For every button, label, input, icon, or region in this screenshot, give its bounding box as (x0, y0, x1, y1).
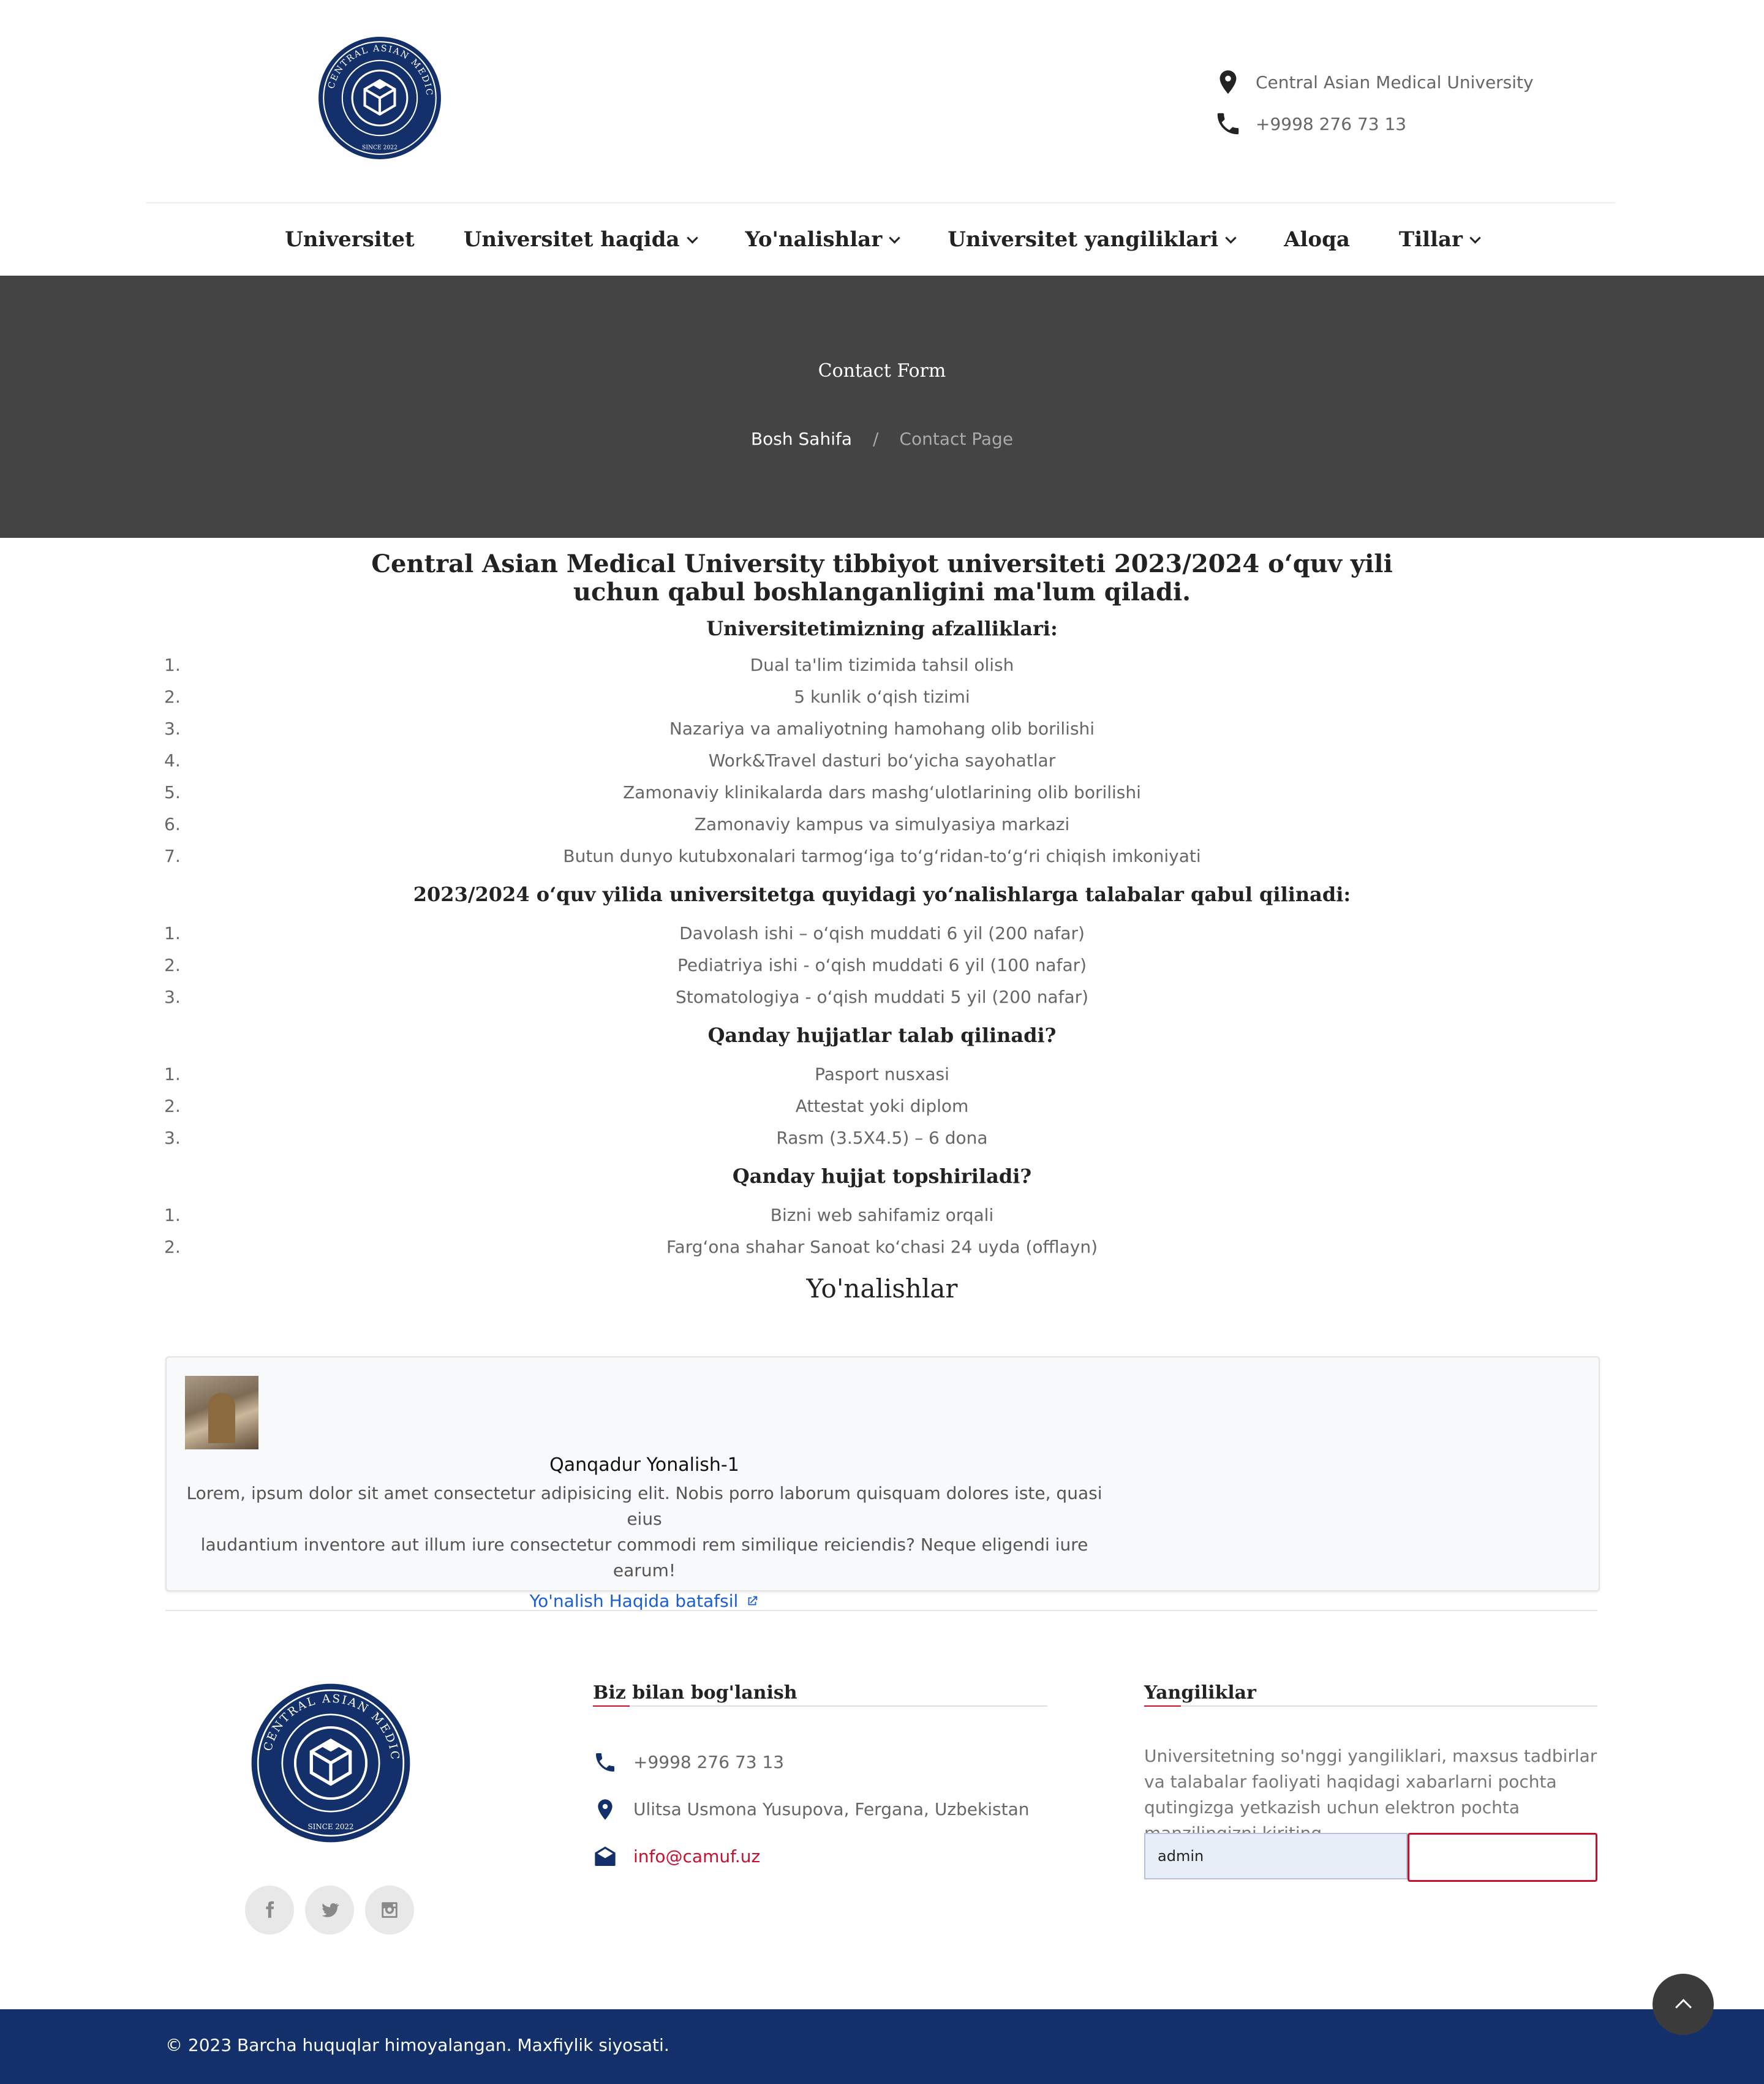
twitter-link[interactable] (305, 1886, 354, 1935)
footer-contact-title: Biz bilan bog'lanish (593, 1682, 797, 1704)
footer-logo[interactable]: CENTRAL ASIAN MEDICAL UNIVERSITY SINCE 2… (250, 1682, 412, 1844)
newsletter-email-input[interactable] (1144, 1833, 1408, 1879)
advantages-heading: Universitetimizning afzalliklari: (706, 617, 1058, 640)
list-item: 2. Attestat yoki diplom (164, 1096, 969, 1116)
header-location: Central Asian Medical University (1214, 61, 1534, 103)
direction-card: Qanqadur Yonalish-1 Lorem, ipsum dolor s… (165, 1356, 1600, 1611)
twitter-icon (322, 1903, 339, 1917)
footer-email: info@camuf.uz (593, 1833, 1030, 1880)
list-item: 7. Butun dunyo kutubxonalari tarmog‘iga t… (164, 846, 1201, 866)
admission-title: Central Asian Medical University tibbiyo… (371, 549, 1393, 606)
instagram-icon (382, 1902, 398, 1918)
chevron-down-icon (686, 232, 698, 244)
nav-item-universitet[interactable]: Universitet (285, 227, 415, 252)
external-link-icon (748, 1596, 758, 1605)
nav-item-aloqa[interactable]: Aloqa (1284, 227, 1350, 252)
breadcrumb-home[interactable]: Bosh Sahifa (751, 429, 852, 449)
university-logo[interactable]: CENTRAL ASIAN MEDICAL UNIVERSITY SINCE 2… (317, 36, 442, 160)
list-item: 1. Dual ta'lim tizimida tahsil olish (164, 655, 1014, 675)
directions-heading: 2023/2024 o‘quv yilida universitetga quy… (413, 883, 1351, 906)
instagram-link[interactable] (365, 1886, 414, 1935)
footer-bottom-bar: © 2023 Barcha huquqlar himoyalangan. Max… (0, 2009, 1764, 2084)
facebook-link[interactable] (245, 1886, 294, 1935)
list-item: 5. Zamonaviy klinikalarda dars mashg‘ulot… (164, 782, 1141, 802)
list-item: 3. Rasm (3.5X4.5) – 6 dona (164, 1128, 988, 1148)
list-item: 2. Pediatriya ishi - o‘qish muddati 6 yil… (164, 955, 1087, 975)
nav-item-universitet-yangiliklari[interactable]: Universitet yangiliklari (948, 227, 1237, 252)
copyright-text: © 2023 Barcha huquqlar himoyalangan. Max… (165, 2035, 669, 2055)
phone-icon (1217, 113, 1239, 135)
list-item: 4. Work&Travel dasturi bo‘yicha sayohatla… (164, 750, 1056, 771)
nav-item-yonalishlar[interactable]: Yo'nalishlar (745, 227, 900, 252)
list-item: 1. Pasport nusxasi (164, 1064, 949, 1084)
footer-logo-since: SINCE 2022 (308, 1822, 354, 1831)
section-divider (165, 1610, 1597, 1611)
direction-details-link[interactable]: Yo'nalish Haqida batafsil (530, 1591, 760, 1611)
footer-address: Ulitsa Usmona Yusupova, Fergana, Uzbekis… (593, 1786, 1030, 1833)
list-item: 3. Stomatologiya - o‘qish muddati 5 yil (… (164, 987, 1089, 1007)
header-location-text: Central Asian Medical University (1256, 72, 1534, 92)
direction-card-text: Lorem, ipsum dolor sit amet consectetur … (186, 1483, 1102, 1580)
location-pin-icon (1219, 70, 1237, 94)
direction-card-title: Qanqadur Yonalish-1 (549, 1454, 739, 1476)
nav-item-tillar[interactable]: Tillar (1399, 227, 1481, 252)
page-banner: Contact Form Bosh Sahifa / Contact Page (0, 276, 1764, 538)
chevron-down-icon (889, 232, 900, 244)
nav-item-universitet-haqida[interactable]: Universitet haqida (464, 227, 698, 252)
breadcrumb-separator: / (872, 429, 879, 449)
breadcrumb-current: Contact Page (899, 429, 1014, 449)
list-item: 1. Bizni web sahifamiz orqali (164, 1205, 994, 1225)
phone-icon (596, 1753, 614, 1772)
directions-list: 1. Davolash ishi – o‘qish muddati 6 yil (… (0, 918, 1764, 1013)
direction-image (185, 1376, 258, 1449)
chevron-down-icon (1225, 232, 1237, 244)
footer-email-link[interactable]: info@camuf.uz (633, 1846, 760, 1867)
footer-contact-underline (593, 1705, 1047, 1707)
list-item: 1. Davolash ishi – o‘qish muddati 6 yil (… (164, 923, 1085, 943)
main-content: Central Asian Medical University tibbiyo… (0, 538, 1764, 1307)
documents-list: 1. Pasport nusxasi 2. Attestat yoki diplom… (0, 1059, 1764, 1154)
section-title-yonalishlar: Yo'nalishlar (806, 1274, 958, 1304)
newsletter-submit-button[interactable] (1408, 1833, 1597, 1882)
list-item: 3. Nazariya va amaliyotning hamohang olib… (164, 719, 1095, 739)
list-item: 6. Zamonaviy kampus va simulyasiya markaz… (164, 814, 1070, 834)
footer-contact-list: +9998 276 73 13 Ulitsa Usmona Yusupova, … (593, 1739, 1030, 1880)
submit-heading: Qanday hujjat topshiriladi? (732, 1165, 1032, 1188)
scroll-to-top-button[interactable] (1653, 1974, 1714, 2035)
chevron-down-icon (1469, 232, 1481, 244)
facebook-icon (266, 1901, 274, 1918)
envelope-open-icon (595, 1846, 616, 1866)
submit-list: 1. Bizni web sahifamiz orqali 2. Farg‘ona … (0, 1199, 1764, 1263)
direction-card-body: Qanqadur Yonalish-1 Lorem, ipsum dolor s… (185, 1454, 1104, 1611)
social-links (245, 1886, 414, 1935)
list-item: 2. Farg‘ona shahar Sanoat ko‘chasi 24 uyd… (164, 1237, 1098, 1257)
newsletter-text: Universitetning so'nggi yangiliklari, ma… (1144, 1746, 1597, 1843)
footer-phone: +9998 276 73 13 (593, 1739, 1030, 1786)
documents-heading: Qanday hujjatlar talab qilinadi? (707, 1024, 1057, 1047)
breadcrumb: Bosh Sahifa / Contact Page (0, 429, 1764, 449)
footer-news-underline (1144, 1705, 1597, 1707)
header-phone: +9998 276 73 13 (1214, 103, 1534, 145)
chevron-up-icon (1675, 1998, 1692, 2015)
advantages-list: 1. Dual ta'lim tizimida tahsil olish 2. 5 … (0, 649, 1764, 872)
list-item: 2. 5 kunlik o‘qish tizimi (164, 687, 970, 707)
page-title: Contact Form (818, 360, 946, 382)
newsletter-form (1144, 1833, 1597, 1882)
header-phone-text[interactable]: +9998 276 73 13 (1256, 114, 1406, 134)
location-pin-icon (598, 1799, 612, 1820)
footer-news-title: Yangiliklar (1144, 1682, 1256, 1704)
header-contact: Central Asian Medical University +9998 2… (1214, 61, 1534, 145)
main-nav: Universitet Universitet haqida Yo'nalish… (0, 203, 1764, 276)
logo-since: SINCE 2022 (362, 145, 398, 151)
